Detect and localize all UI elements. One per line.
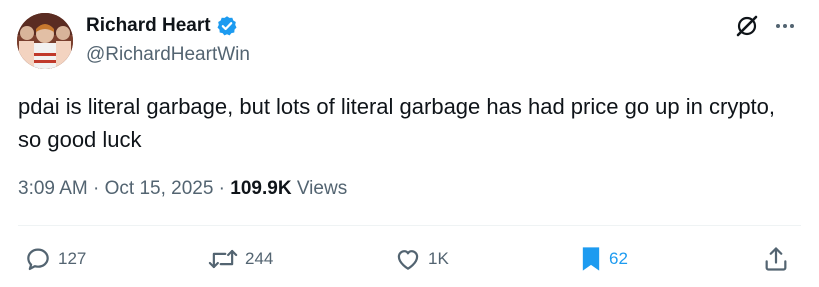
bookmark-button[interactable]: 62 — [579, 240, 628, 278]
author-handle[interactable]: @RichardHeartWin — [86, 43, 250, 67]
repost-count: 244 — [245, 249, 274, 268]
divider — [18, 225, 801, 226]
views-count: 109.9K — [230, 178, 292, 199]
display-name[interactable]: Richard Heart — [86, 14, 238, 38]
tweet-header-actions — [735, 14, 797, 38]
repost-button[interactable]: 244 — [207, 240, 273, 278]
like-button[interactable]: 1K — [394, 240, 449, 278]
display-name-text: Richard Heart — [86, 15, 211, 36]
meta-separator: · — [87, 178, 105, 199]
bookmark-count: 62 — [609, 249, 628, 268]
reply-icon — [24, 245, 52, 273]
like-count: 1K — [428, 249, 449, 268]
more-icon[interactable] — [773, 14, 797, 38]
tweet-meta: 3:09 AM · Oct 15, 2025 · 109.9K Views — [18, 177, 347, 201]
share-button[interactable] — [762, 240, 790, 278]
like-icon — [394, 245, 422, 273]
repost-icon — [207, 245, 239, 273]
tweet-date[interactable]: Oct 15, 2025 — [105, 178, 214, 199]
views-label: Views — [291, 178, 348, 199]
tweet: Richard Heart @RichardHeartWin pdai is l… — [0, 0, 819, 287]
share-icon — [762, 245, 790, 273]
verified-badge-icon[interactable] — [216, 15, 238, 37]
tweet-text: pdai is literal garbage, but lots of lit… — [18, 94, 776, 152]
grok-icon[interactable] — [735, 14, 759, 38]
reply-count: 127 — [58, 249, 87, 268]
bookmark-icon — [579, 245, 603, 273]
avatar[interactable] — [17, 13, 73, 69]
action-bar: 127 244 1K 62 — [0, 240, 819, 280]
tweet-time[interactable]: 3:09 AM — [18, 178, 88, 199]
reply-button[interactable]: 127 — [24, 240, 86, 278]
meta-separator: · — [213, 178, 231, 199]
